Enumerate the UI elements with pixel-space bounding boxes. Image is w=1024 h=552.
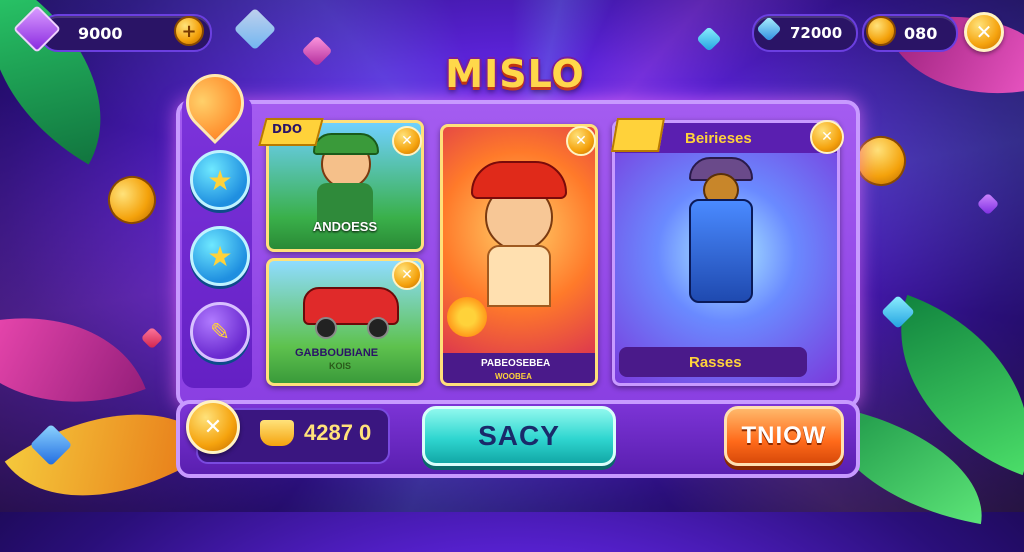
- gems-value-left: 9000: [78, 23, 123, 43]
- coin-icon: [866, 16, 896, 46]
- close-icon[interactable]: ✕: [186, 400, 240, 454]
- card-close-icon[interactable]: ✕: [392, 260, 422, 290]
- close-icon[interactable]: ✕: [964, 12, 1004, 52]
- gems-value-right: 72000: [790, 24, 843, 42]
- card-label-ando: ANDOESS: [312, 219, 378, 234]
- girl-hat-icon: [471, 161, 567, 199]
- card-header-label: Beirieses: [685, 130, 752, 147]
- counter-value: 4287 0: [304, 420, 372, 445]
- card-sublabel-pabeo: WOOBEA: [495, 372, 532, 381]
- girl-body-icon: [487, 245, 551, 307]
- card-close-icon[interactable]: ✕: [810, 120, 844, 154]
- card-ribbon-text: DDO: [272, 122, 303, 136]
- card-close-icon[interactable]: ✕: [392, 126, 422, 156]
- car-wheel-icon: [367, 317, 389, 339]
- card-label-rasses: Rasses: [689, 354, 742, 371]
- card-label-pabeo: PABEOSEBEA: [481, 358, 551, 369]
- star-icon[interactable]: ★: [190, 226, 250, 286]
- card-sublabel-gabbou: KOIS: [329, 361, 352, 371]
- scarecrow-body-icon: [689, 199, 753, 303]
- card-label-gabbou: GABBOUBIANE: [295, 347, 379, 359]
- sacy-button[interactable]: SACY: [422, 406, 616, 466]
- explorer-body-icon: [317, 183, 373, 223]
- add-gems-button[interactable]: +: [174, 16, 204, 46]
- flower-icon: [447, 297, 487, 337]
- card-badge-icon: [611, 118, 665, 152]
- car-wheel-icon: [315, 317, 337, 339]
- coins-value-right: 080: [904, 23, 938, 43]
- trophy-icon: [260, 420, 294, 446]
- pencil-icon[interactable]: ✎: [190, 302, 250, 362]
- card-close-icon[interactable]: ✕: [566, 126, 596, 156]
- card-pabeo[interactable]: PABEOSEBEA WOOBEA: [440, 124, 598, 386]
- tniow-button[interactable]: TNIOW: [724, 406, 844, 466]
- card-beirieses[interactable]: Beirieses Rasses: [612, 120, 840, 386]
- explorer-hat-icon: [313, 133, 379, 155]
- star-fish-icon[interactable]: ★: [190, 150, 250, 210]
